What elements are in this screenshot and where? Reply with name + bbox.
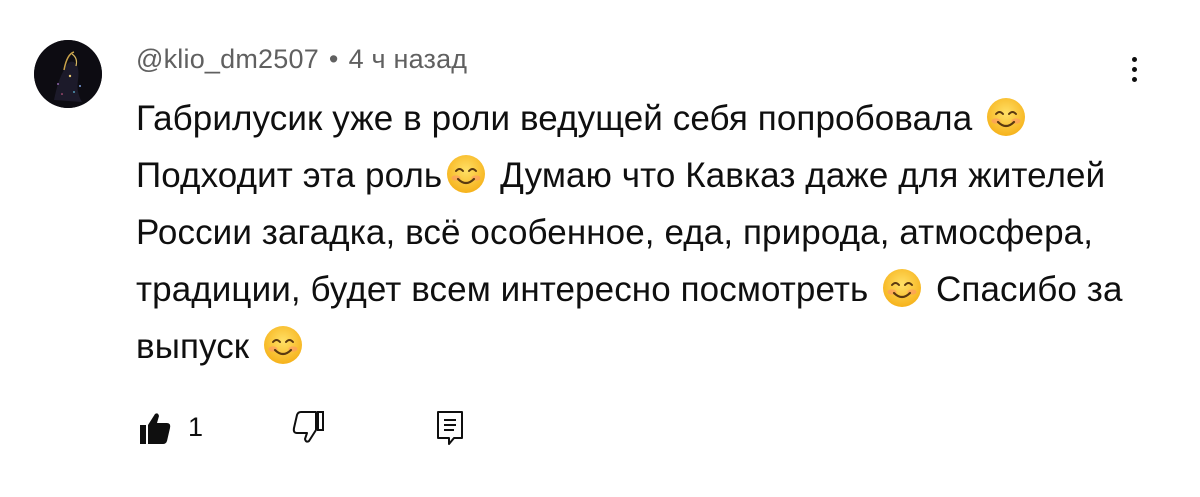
smiling-face-emoji-icon: [264, 326, 303, 364]
reply-button[interactable]: [430, 408, 470, 453]
meta-separator: •: [328, 44, 339, 74]
username[interactable]: @klio_dm2507: [136, 44, 319, 74]
smiling-face-emoji-icon: [987, 98, 1026, 136]
comment-meta: @klio_dm2507 • 4 ч назад: [136, 44, 467, 75]
thumbs-down-outline-icon: [292, 411, 324, 443]
like-count: 1: [188, 412, 204, 442]
thumbs-up-filled-icon: [140, 413, 171, 444]
comment-text-part-2: Подходит эта роль: [136, 156, 443, 195]
smiling-face-emoji-icon: [447, 155, 486, 193]
avatar-image: [34, 40, 102, 108]
like-button[interactable]: 1: [136, 408, 203, 453]
more-vertical-icon: [1120, 57, 1148, 82]
dislike-button[interactable]: [288, 408, 328, 453]
avatar[interactable]: [34, 40, 102, 108]
reply-comment-icon: [437, 411, 463, 445]
more-options-button[interactable]: [1120, 52, 1148, 92]
smiling-face-emoji-icon: [883, 269, 922, 307]
comment-text-part-1: Габрилусик уже в роли ведущей себя попро…: [136, 99, 973, 138]
comment-actions: 1: [136, 408, 536, 448]
comment-time[interactable]: 4 ч назад: [349, 44, 468, 74]
comment-text: Габрилусик уже в роли ведущей себя попро…: [136, 90, 1136, 375]
